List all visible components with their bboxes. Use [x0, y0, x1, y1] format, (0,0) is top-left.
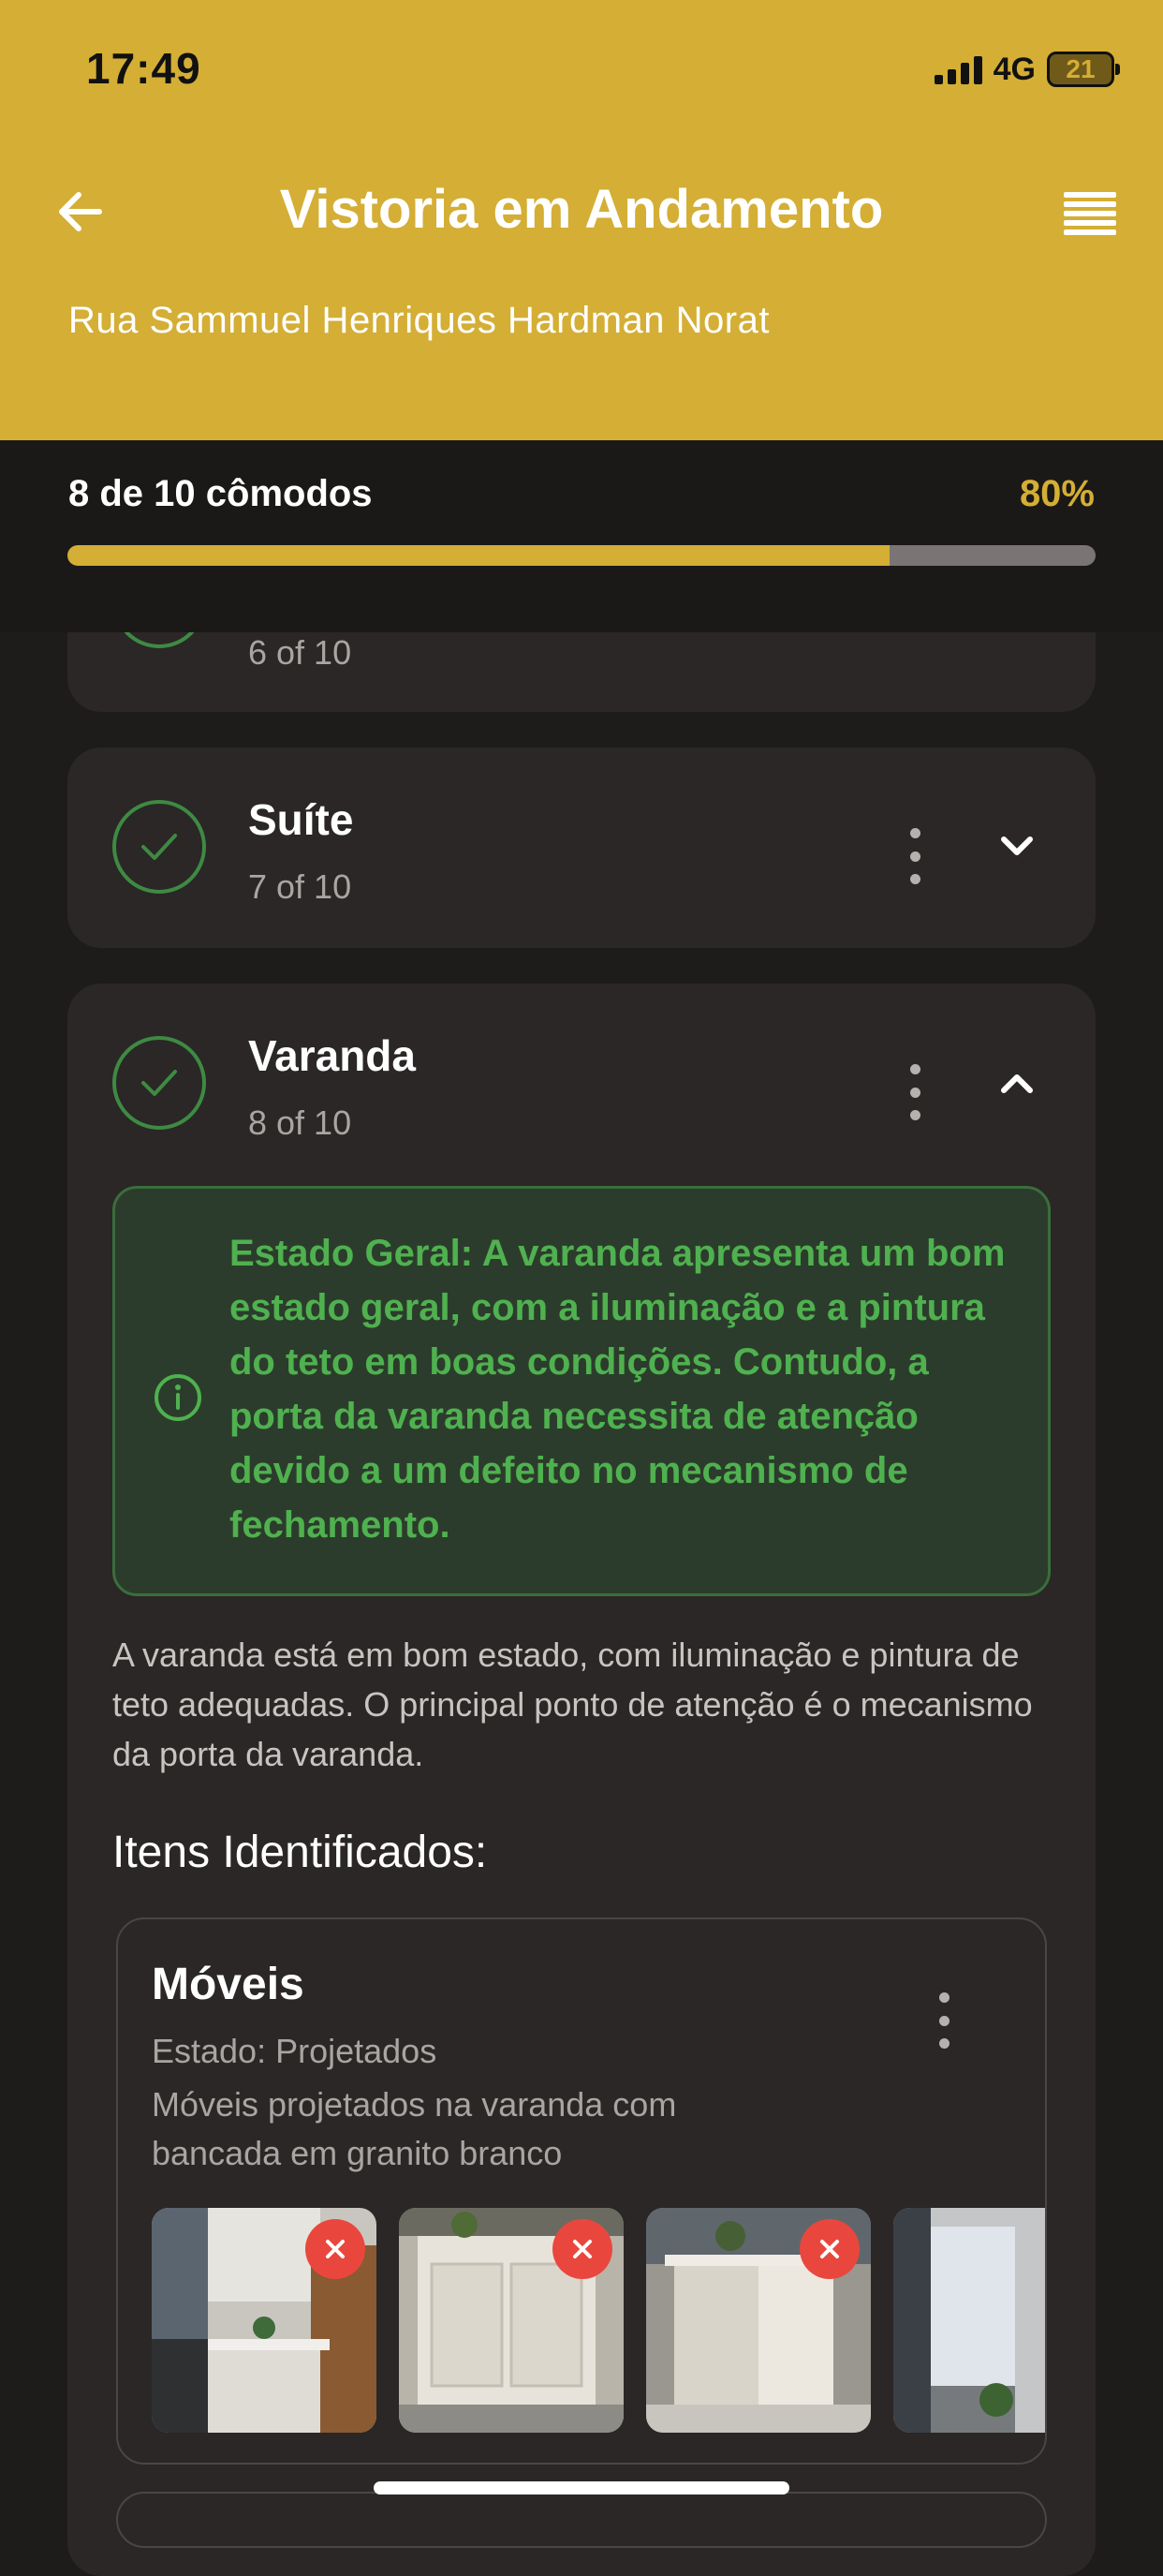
items-section-title: Itens Identificados:: [112, 1828, 488, 1877]
room-card-varanda[interactable]: Varanda 8 of 10 Estado Geral: A varanda …: [67, 984, 1096, 2576]
signal-icon: [934, 54, 982, 84]
inspection-address: Rua Sammuel Henriques Hardman Norat: [68, 300, 770, 341]
battery-level: 21: [1066, 54, 1096, 83]
app-header: 17:49 4G 21 Vistoria em Andamento Rua Sa…: [0, 0, 1163, 440]
progress-label: 8 de 10 cômodos: [68, 473, 373, 514]
progress-bar: [67, 545, 1096, 566]
remove-photo-button[interactable]: [800, 2219, 860, 2279]
item-card-moveis[interactable]: Móveis Estado: Projetados Móveis projeta…: [116, 1917, 1047, 2465]
room-name: Suíte: [248, 795, 354, 844]
room-count: 8 of 10: [248, 1103, 352, 1142]
more-vertical-icon[interactable]: [905, 1064, 924, 1120]
page-title: Vistoria em Andamento: [279, 179, 884, 240]
home-indicator[interactable]: [374, 2481, 789, 2495]
room-count: 7 of 10: [248, 867, 352, 906]
progress-fill: [67, 545, 891, 566]
close-icon: [573, 2240, 592, 2258]
progress-section: 8 de 10 cômodos 80%: [0, 440, 1163, 632]
item-state: Estado: Projetados: [152, 2032, 437, 2070]
info-icon: [155, 1374, 201, 1421]
item-title: Móveis: [152, 1960, 304, 2009]
general-state-text: Estado Geral: A varanda apresenta um bom…: [229, 1233, 1006, 1546]
remove-photo-button[interactable]: [305, 2219, 365, 2279]
photo-thumbnail[interactable]: [646, 2208, 871, 2433]
item-description: Móveis projetados na varanda com bancada…: [152, 2085, 677, 2172]
chevron-down-icon[interactable]: [996, 826, 1038, 867]
status-time: 17:49: [86, 44, 201, 93]
room-count: 6 of 10: [248, 633, 352, 672]
room-summary: A varanda está em bom estado, com ilumin…: [112, 1636, 1033, 1773]
general-state-alert: Estado Geral: A varanda apresenta um bom…: [112, 1186, 1051, 1596]
close-icon: [326, 2240, 345, 2258]
more-vertical-icon[interactable]: [905, 828, 924, 884]
progress-percent: 80%: [1019, 473, 1095, 514]
status-indicators: 4G 21: [934, 49, 1120, 90]
item-card[interactable]: [116, 2492, 1047, 2548]
check-icon: [112, 800, 206, 894]
more-vertical-icon[interactable]: [935, 1992, 953, 2049]
room-card-suite[interactable]: Suíte 7 of 10: [67, 748, 1096, 948]
battery-icon: 21: [1047, 52, 1120, 87]
remove-photo-button[interactable]: [552, 2219, 612, 2279]
photo-carousel[interactable]: [152, 2208, 1045, 2433]
chevron-up-icon[interactable]: [996, 1062, 1038, 1103]
close-icon: [820, 2240, 839, 2258]
room-name: Varanda: [248, 1031, 416, 1080]
check-icon: [112, 1036, 206, 1130]
network-label: 4G: [993, 51, 1036, 87]
photo-thumbnail[interactable]: [399, 2208, 624, 2433]
photo-thumbnail[interactable]: [152, 2208, 376, 2433]
menu-icon[interactable]: [1064, 192, 1116, 235]
photo-thumbnail[interactable]: [893, 2208, 1045, 2433]
